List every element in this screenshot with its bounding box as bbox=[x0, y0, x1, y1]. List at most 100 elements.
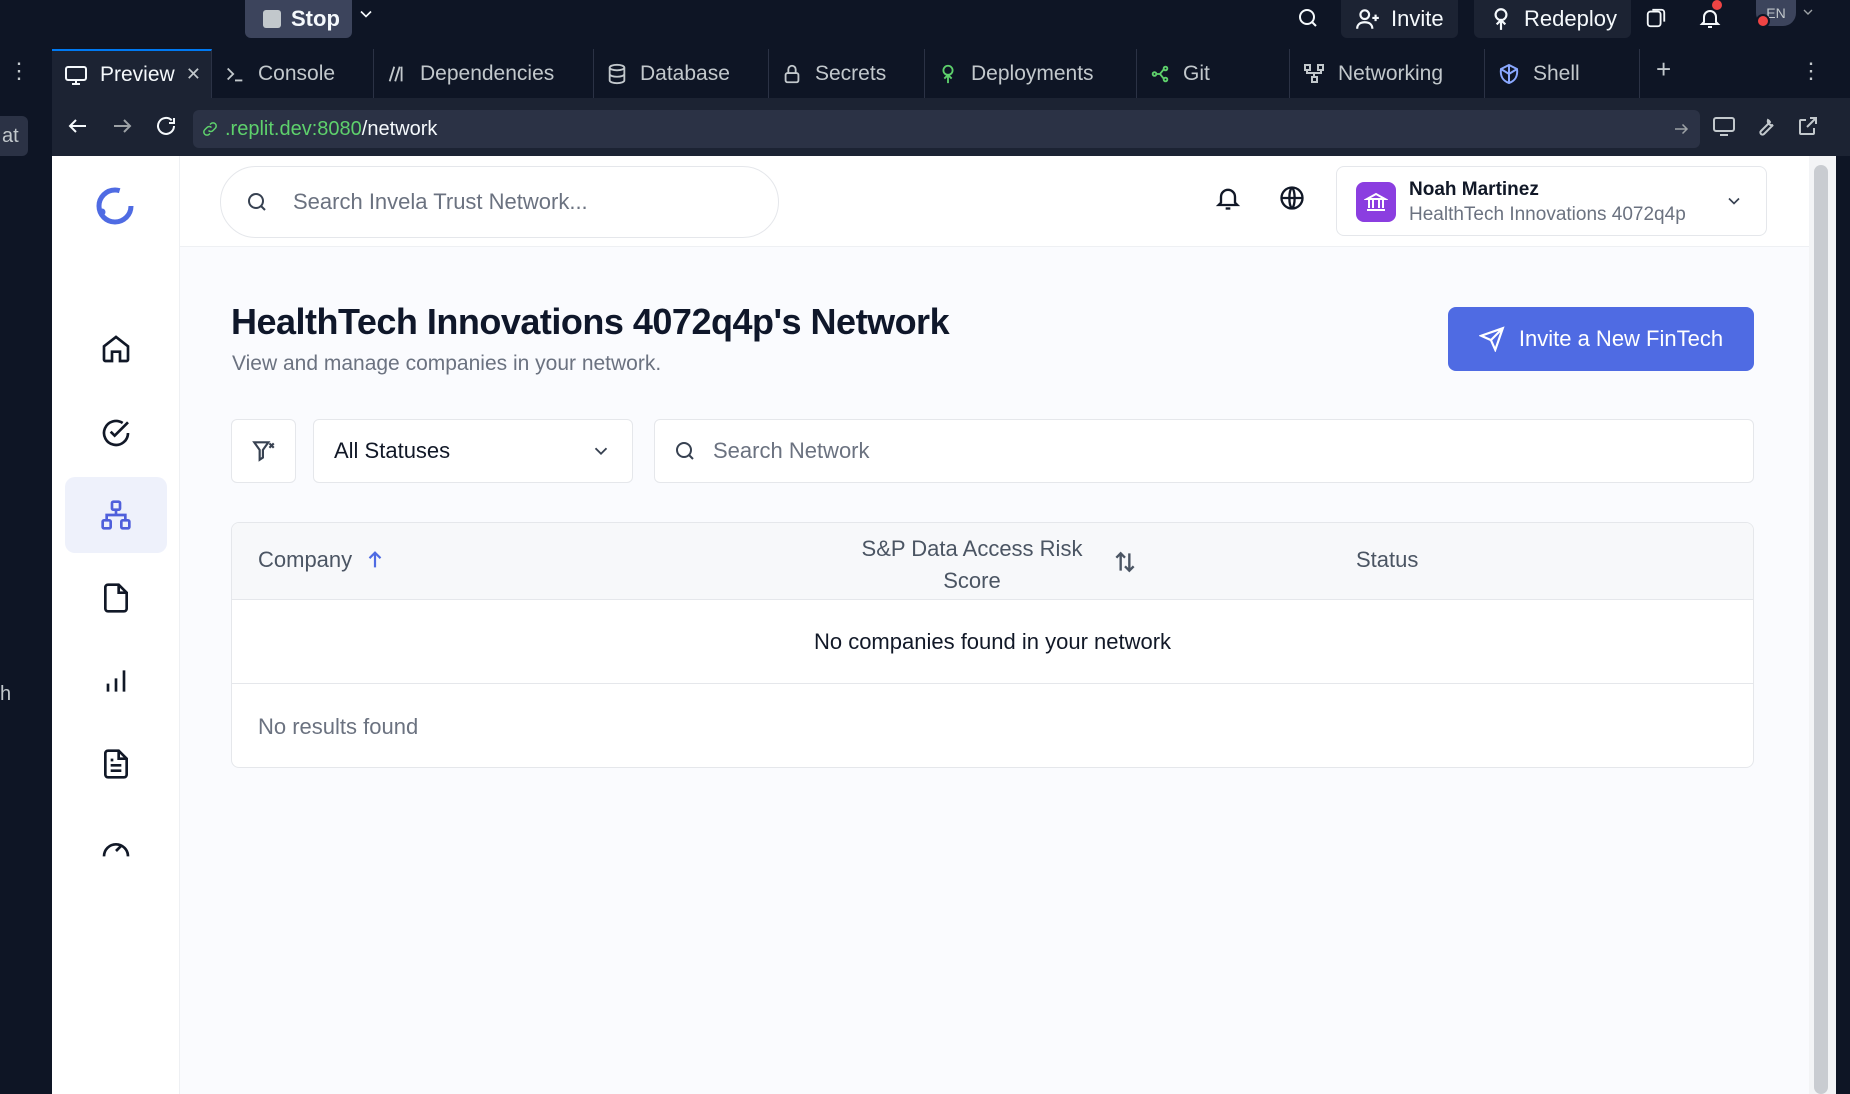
network-table: Company S&P Data Access Risk Score Statu… bbox=[231, 522, 1754, 768]
tab-label: Secrets bbox=[815, 61, 887, 85]
url-host: .replit.dev:8080 bbox=[225, 117, 362, 140]
stop-button[interactable]: Stop bbox=[245, 0, 352, 38]
redeploy-button[interactable]: Redeploy bbox=[1474, 0, 1631, 38]
replit-topbar: Stop Invite Redeploy EN bbox=[0, 0, 1850, 49]
app-viewport: Search Invela Trust Network... Noah Mart… bbox=[52, 156, 1809, 1094]
status-filter-select[interactable]: All Statuses bbox=[313, 419, 633, 483]
clear-filter-button[interactable] bbox=[231, 419, 296, 483]
add-tab-icon[interactable]: + bbox=[1656, 54, 1671, 85]
check-circle-icon bbox=[102, 419, 130, 447]
user-org: HealthTech Innovations 4072q4p bbox=[1409, 204, 1686, 225]
tab-deployments[interactable]: Deployments bbox=[925, 49, 1137, 98]
window-icon[interactable] bbox=[1638, 0, 1674, 36]
side-panel-fragment[interactable]: at bbox=[0, 116, 28, 156]
filter-clear-icon bbox=[251, 441, 275, 462]
lock-icon bbox=[784, 64, 800, 83]
invela-logo-icon[interactable] bbox=[93, 184, 137, 228]
gauge-icon bbox=[102, 843, 130, 857]
more-options-icon[interactable]: ⋮ bbox=[1800, 58, 1822, 84]
page-subtitle: View and manage companies in your networ… bbox=[232, 352, 662, 375]
tab-database[interactable]: Database bbox=[594, 49, 769, 98]
tab-label: Preview bbox=[100, 62, 175, 86]
redeploy-label: Redeploy bbox=[1524, 6, 1617, 31]
user-menu[interactable]: Noah Martinez HealthTech Innovations 407… bbox=[1336, 166, 1767, 236]
column-header-company[interactable]: Company bbox=[258, 547, 386, 573]
column-header-status[interactable]: Status bbox=[1356, 547, 1418, 573]
bar-chart-icon bbox=[106, 670, 126, 692]
shell-icon bbox=[1499, 63, 1519, 84]
search-icon bbox=[676, 442, 694, 460]
side-panel-text: at bbox=[2, 124, 19, 147]
tab-shell[interactable]: Shell bbox=[1485, 49, 1640, 98]
status-filter-value: All Statuses bbox=[334, 438, 451, 463]
tab-label: Git bbox=[1183, 61, 1210, 85]
tab-bar: Preview ✕ Console Dependencies Database … bbox=[52, 49, 1850, 98]
reload-icon[interactable] bbox=[154, 114, 178, 138]
sidebar-item-dashboard[interactable] bbox=[65, 809, 167, 885]
empty-state-message: No companies found in your network bbox=[813, 628, 1172, 654]
deployments-icon bbox=[942, 64, 954, 83]
tab-label: Shell bbox=[1533, 61, 1580, 85]
invite-button[interactable]: Invite bbox=[1341, 0, 1458, 38]
sidebar-item-files[interactable] bbox=[65, 560, 167, 636]
chevron-down-icon bbox=[1724, 191, 1744, 211]
send-icon bbox=[1478, 326, 1505, 352]
external-link-icon[interactable] bbox=[1796, 114, 1820, 138]
bell-icon[interactable] bbox=[1692, 0, 1728, 36]
pane-menu-icon[interactable]: ⋮ bbox=[8, 58, 30, 84]
bell-icon[interactable] bbox=[1214, 184, 1242, 212]
invite-label: Invite bbox=[1391, 6, 1444, 31]
app-header: Search Invela Trust Network... Noah Mart… bbox=[180, 156, 1809, 247]
tab-label: Database bbox=[640, 61, 730, 85]
invite-fintech-button[interactable]: Invite a New FinTech bbox=[1448, 307, 1754, 371]
file-icon bbox=[104, 583, 128, 613]
network-search-input[interactable]: Search Network bbox=[654, 419, 1754, 483]
tab-secrets[interactable]: Secrets bbox=[769, 49, 925, 98]
forward-arrow-icon[interactable] bbox=[110, 114, 134, 138]
dependencies-icon bbox=[388, 65, 403, 82]
sidebar-item-home[interactable] bbox=[65, 311, 167, 387]
invite-fintech-label: Invite a New FinTech bbox=[1518, 326, 1724, 351]
chevron-down-icon[interactable] bbox=[1800, 4, 1816, 20]
globe-icon[interactable] bbox=[1278, 184, 1306, 212]
global-search-input[interactable]: Search Invela Trust Network... bbox=[220, 166, 779, 238]
add-user-icon bbox=[1356, 9, 1379, 29]
column-label: S&P Data Access Risk Score bbox=[861, 536, 1083, 593]
company-avatar bbox=[1356, 182, 1396, 222]
search-icon bbox=[248, 193, 266, 211]
chevron-down-icon[interactable] bbox=[356, 4, 376, 24]
go-arrow-icon[interactable] bbox=[1672, 120, 1690, 138]
sort-ascending-icon bbox=[368, 551, 382, 568]
sidebar-item-network[interactable] bbox=[65, 477, 167, 553]
tab-git[interactable]: Git bbox=[1137, 49, 1290, 98]
sidebar-item-documents[interactable] bbox=[65, 726, 167, 802]
search-icon[interactable] bbox=[1290, 0, 1326, 36]
git-icon bbox=[1151, 65, 1169, 82]
networking-icon bbox=[1304, 63, 1324, 83]
tab-console[interactable]: Console bbox=[212, 49, 374, 98]
empty-state-row: No companies found in your network bbox=[232, 600, 1753, 684]
sidebar-item-tasks[interactable] bbox=[65, 395, 167, 471]
back-arrow-icon[interactable] bbox=[66, 114, 90, 138]
sidebar-item-insights[interactable] bbox=[65, 643, 167, 719]
tab-label: Console bbox=[258, 61, 336, 85]
scrollbar-thumb[interactable] bbox=[1814, 165, 1828, 1094]
deploy-icon bbox=[1494, 8, 1508, 30]
column-label: Status bbox=[1356, 547, 1419, 572]
tab-preview[interactable]: Preview ✕ bbox=[52, 49, 212, 98]
wrench-icon[interactable] bbox=[1754, 114, 1778, 138]
close-icon[interactable]: ✕ bbox=[186, 64, 201, 85]
tab-dependencies[interactable]: Dependencies bbox=[374, 49, 594, 98]
tab-label: Networking bbox=[1338, 61, 1444, 85]
sort-toggle-icon[interactable] bbox=[1112, 549, 1138, 575]
devices-icon[interactable] bbox=[1712, 114, 1736, 138]
chevron-down-icon bbox=[594, 447, 608, 456]
tab-label: Deployments bbox=[971, 61, 1094, 85]
column-label: Company bbox=[258, 547, 353, 572]
column-header-risk-score[interactable]: S&P Data Access Risk Score bbox=[852, 533, 1092, 597]
url-field[interactable]: .replit.dev:8080/network bbox=[193, 110, 1700, 148]
monitor-icon bbox=[65, 65, 87, 85]
tab-networking[interactable]: Networking bbox=[1290, 49, 1485, 98]
terminal-icon bbox=[227, 67, 243, 81]
bank-icon bbox=[1364, 192, 1388, 211]
